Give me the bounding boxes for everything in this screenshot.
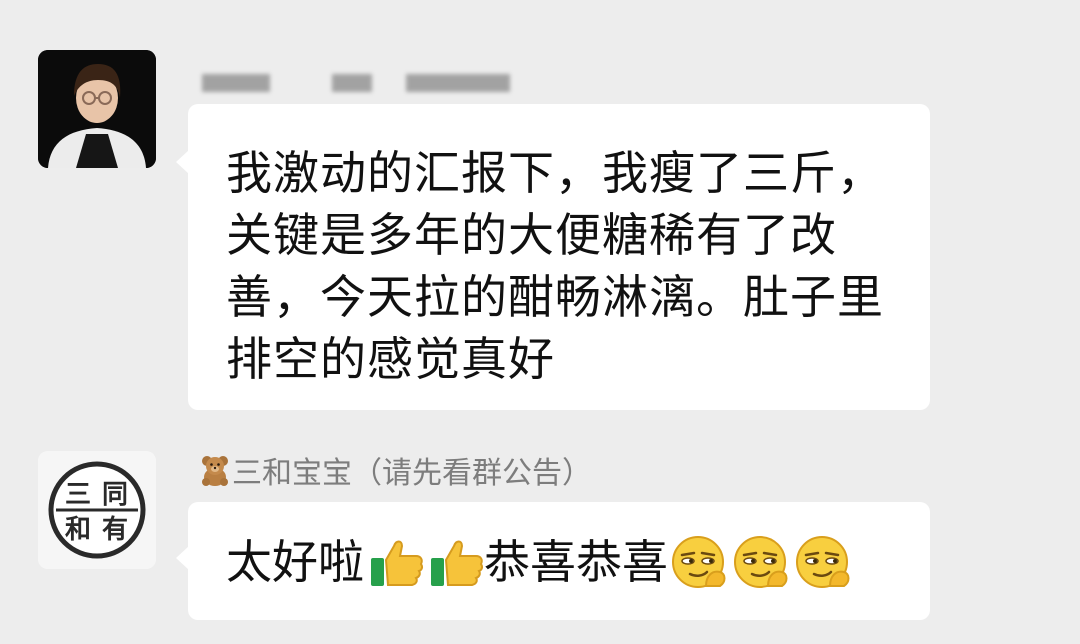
message-bubble[interactable]: 我激动的汇报下，我瘦了三斤，关键是多年的大便糖稀有了改善，今天拉的酣畅淋漓。肚子… — [176, 104, 930, 410]
message-text-part1: 太好啦 — [226, 535, 364, 589]
sender-name: 三和宝宝（请先看群公告） — [198, 453, 592, 494]
smirk-face-icon — [796, 536, 850, 588]
thumbs-up-icon — [431, 540, 484, 586]
logo-char-2: 同 — [102, 480, 128, 510]
sender-name-text: 三和宝宝（请先看群公告） — [232, 456, 592, 491]
person-photo-icon — [38, 50, 156, 168]
logo-char-3: 和 — [65, 515, 91, 545]
logo-char-4: 有 — [102, 515, 128, 545]
logo-char-1: 三 — [65, 480, 91, 510]
message-text-part2: 恭喜恭喜 — [484, 535, 668, 589]
smirk-face-icon — [734, 536, 788, 588]
message-bubble[interactable]: 太好啦 恭喜恭喜 — [176, 502, 930, 620]
sanhe-logo-avatar[interactable]: 三 同 和 有 — [38, 451, 156, 569]
smirk-face-icon — [672, 536, 726, 588]
thumbs-up-icon — [371, 540, 424, 586]
teddy-bear-icon — [202, 456, 228, 486]
sanhe-logo-icon: 三 同 和 有 — [38, 451, 156, 569]
message-text: 我激动的汇报下，我瘦了三斤，关键是多年的大便糖稀有了改善，今天拉的酣畅淋漓。肚子… — [226, 146, 884, 386]
message-content: 太好啦 恭喜恭喜 — [226, 532, 854, 592]
chat-view: 我激动的汇报下，我瘦了三斤，关键是多年的大便糖稀有了改善，今天拉的酣畅淋漓。肚子… — [0, 0, 1080, 644]
user-photo-avatar[interactable] — [38, 50, 156, 168]
